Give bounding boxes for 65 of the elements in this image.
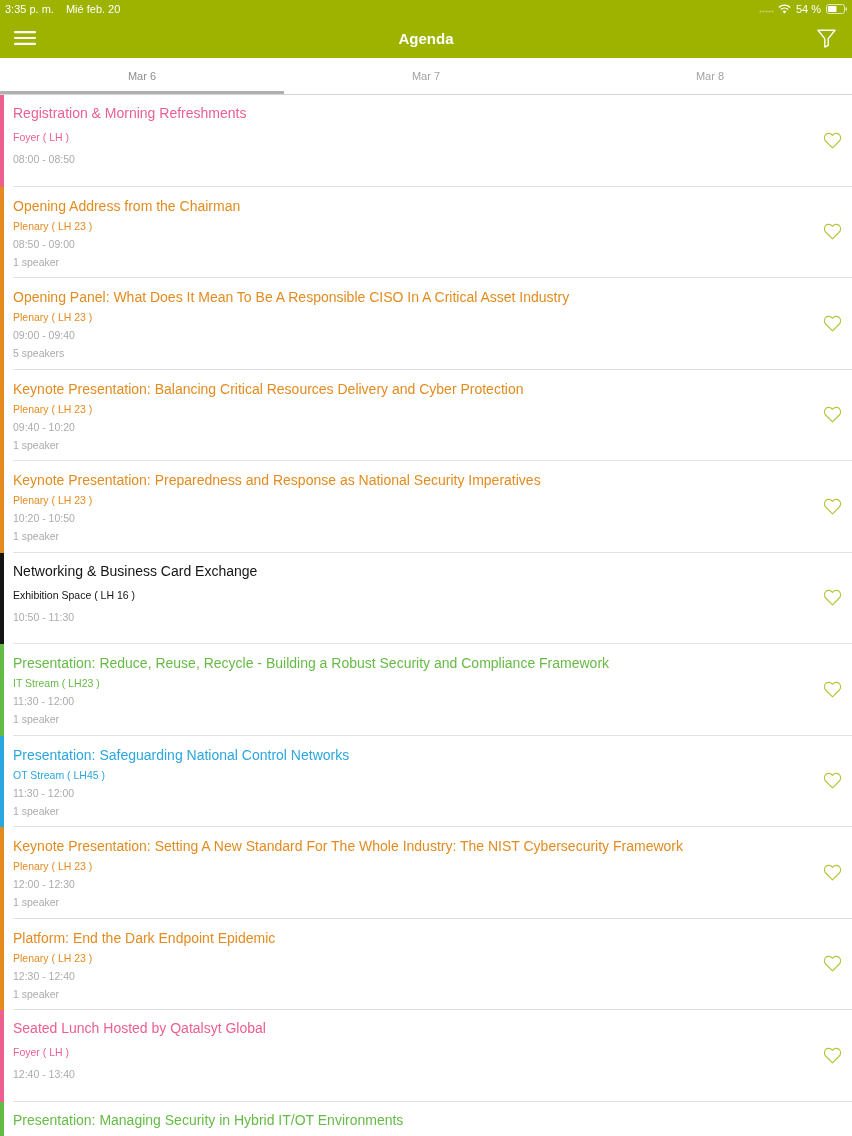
session-time: 09:00 - 09:40 — [13, 328, 75, 343]
session-time: 10:50 - 11:30 — [13, 609, 75, 625]
session-time: 09:40 - 10:20 — [13, 419, 75, 435]
session-title[interactable]: Opening Panel: What Does It Mean To Be A Responsible CISO In A Critical Asset Industry — [13, 289, 570, 305]
speaker-count: 5 speakers — [13, 346, 65, 361]
session-time: 10:20 - 10:50 — [13, 511, 75, 526]
speaker-count: 1 speaker — [13, 803, 60, 819]
session-location: OT Stream ( LH45 ) — [13, 767, 105, 783]
session-title[interactable]: Keynote Presentation: Setting A New Standard For The Whole Industry: The NIST Cybersecurity Framework — [13, 838, 683, 854]
heart-icon[interactable] — [823, 1046, 842, 1064]
menu-icon[interactable] — [14, 31, 36, 45]
status-date: Mié feb. 20 — [65, 3, 121, 15]
session-time: 08:50 - 09:00 — [13, 236, 75, 252]
heart-icon[interactable] — [823, 955, 842, 973]
date-tab[interactable]: Mar 7 — [284, 58, 568, 94]
session-title[interactable]: Platform: End the Dark Endpoint Epidemic — [13, 929, 276, 946]
session-location: Plenary ( LH 23 ) — [13, 310, 93, 325]
session-location: Foyer ( LH ) — [13, 1045, 69, 1060]
session-location: IT Stream ( LH23 ) — [13, 676, 100, 691]
heart-icon[interactable] — [823, 314, 842, 332]
heart-icon[interactable] — [823, 131, 842, 149]
session-title[interactable]: Networking & Business Card Exchange — [13, 562, 258, 579]
date-tab[interactable]: Mar 8 — [568, 58, 852, 94]
speaker-count: 1 speaker — [13, 712, 60, 727]
heart-icon[interactable] — [823, 406, 842, 424]
session-location: Exhibition Space ( LH 16 ) — [13, 587, 135, 603]
session-title[interactable]: Seated Lunch Hosted by Qatalsyt Global — [13, 1020, 266, 1036]
session-time: 11:30 - 12:00 — [13, 785, 75, 801]
heart-icon[interactable] — [823, 772, 842, 790]
session-time: 12:00 - 12:30 — [13, 877, 75, 892]
session-title[interactable]: Opening Address from the Chairman — [13, 197, 241, 214]
speaker-count: 1 speaker — [13, 529, 60, 544]
session-title[interactable]: Keynote Presentation: Preparedness and Response as National Security Imperatives — [13, 472, 541, 488]
session-location: Foyer ( LH ) — [13, 130, 69, 145]
session-location: Plenary ( LH 23 ) — [13, 859, 93, 874]
session-title[interactable]: Presentation: Safeguarding National Control Networks — [13, 746, 350, 763]
heart-icon[interactable] — [823, 497, 842, 515]
session-location: Plenary ( LH 23 ) — [13, 401, 93, 417]
speaker-count: 1 speaker — [13, 254, 60, 270]
battery-percentage: 54 % — [795, 3, 821, 15]
speaker-count: 1 speaker — [13, 437, 60, 453]
wifi-icon — [777, 4, 791, 14]
session-title[interactable]: Keynote Presentation: Balancing Critical Resources Delivery and Cyber Protection — [13, 380, 524, 397]
heart-icon[interactable] — [823, 589, 842, 607]
status-time: 3:35 p. m. — [5, 3, 54, 15]
filter-icon[interactable] — [817, 28, 836, 48]
heart-icon[interactable] — [823, 863, 842, 881]
speaker-count: 1 speaker — [13, 986, 60, 1002]
session-title[interactable]: Presentation: Reduce, Reuse, Recycle - Building a Robust Security and Compliance Framework — [13, 655, 610, 671]
session-time: 12:30 - 12:40 — [13, 968, 75, 984]
heart-icon[interactable] — [823, 680, 842, 698]
session-location: Plenary ( LH 23 ) — [13, 493, 93, 508]
session-time: 12:40 - 13:40 — [13, 1067, 75, 1082]
session-time: 11:30 - 12:00 — [13, 694, 75, 709]
session-location: Plenary ( LH 23 ) — [13, 218, 93, 234]
session-title[interactable]: Presentation: Managing Security in Hybrid IT/OT Environments — [13, 1111, 404, 1128]
date-tab[interactable]: Mar 6 — [0, 58, 284, 94]
session-location: Plenary ( LH 23 ) — [13, 950, 93, 966]
heart-icon[interactable] — [823, 223, 842, 241]
battery-icon — [826, 4, 847, 14]
session-title[interactable]: Registration & Morning Refreshments — [13, 105, 247, 121]
header-title: Agenda — [398, 30, 454, 46]
session-time: 08:00 - 08:50 — [13, 152, 75, 167]
signal-icon — [758, 9, 774, 13]
speaker-count: 1 speaker — [13, 895, 60, 910]
